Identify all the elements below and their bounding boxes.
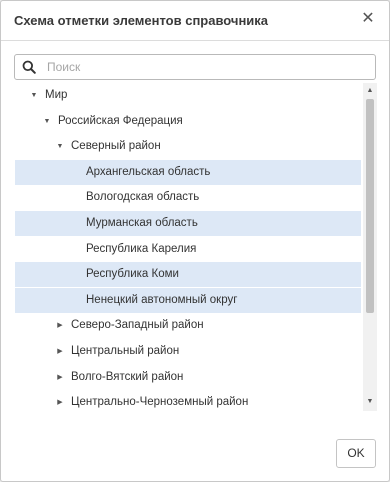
- caret-right-icon[interactable]: ▶: [55, 390, 65, 411]
- caret-right-icon[interactable]: ▶: [55, 339, 65, 364]
- tree-row-label: Волго-Вятский район: [71, 371, 184, 383]
- tree-row[interactable]: ▼ Российская Федерация: [15, 109, 361, 134]
- tree-row-label: Республика Коми: [86, 268, 179, 280]
- tree-row-label: Российская Федерация: [58, 115, 183, 127]
- search-input[interactable]: [47, 58, 367, 76]
- search-box: [14, 54, 376, 80]
- tree-row-label: Ненецкий автономный округ: [86, 294, 238, 306]
- tree-row-label: Архангельская область: [86, 166, 211, 178]
- caret-right-icon[interactable]: ▶: [55, 365, 65, 390]
- tree-row-label: Мир: [45, 89, 68, 101]
- close-icon[interactable]: ✕: [361, 10, 375, 28]
- vertical-scrollbar[interactable]: ▲ ▼: [363, 83, 377, 411]
- tree-row-label: Северо-Западный район: [71, 319, 204, 331]
- tree-row[interactable]: ▼ Северный район: [15, 134, 361, 159]
- tree-row-label: Мурманская область: [86, 217, 198, 229]
- tree-row[interactable]: ▶ Центрально-Черноземный район: [15, 390, 361, 411]
- tree-row-label: Центральный район: [71, 345, 180, 357]
- tree-row[interactable]: ▶ Центральный район: [15, 339, 361, 364]
- tree-row[interactable]: Мурманская область: [15, 211, 361, 236]
- tree-row[interactable]: Республика Карелия: [15, 237, 361, 262]
- tree-row-label: Республика Карелия: [86, 243, 197, 255]
- dialog-title: Схема отметки элементов справочника: [14, 13, 269, 28]
- search-icon: [22, 60, 36, 74]
- tree-row[interactable]: ▼ Мир: [15, 83, 361, 108]
- caret-down-icon[interactable]: ▼: [29, 83, 39, 108]
- tree-row[interactable]: Вологодская область: [15, 185, 361, 210]
- ok-button[interactable]: OK: [336, 439, 376, 468]
- scroll-up-arrow-icon[interactable]: ▲: [363, 85, 377, 97]
- tree-view: ▶ Центрально-Черноземный район ▶ Волго-Вятс…: [15, 83, 377, 411]
- caret-right-icon[interactable]: ▶: [55, 313, 65, 338]
- tree-row[interactable]: Ненецкий автономный округ: [15, 288, 361, 313]
- scrollbar-thumb[interactable]: [366, 99, 374, 313]
- tree-row-label: Северный район: [71, 140, 161, 152]
- scroll-down-arrow-icon[interactable]: ▼: [363, 396, 377, 408]
- dialog: Схема отметки элементов справочника ✕ ▶ Ц…: [0, 0, 390, 482]
- caret-down-icon[interactable]: ▼: [55, 134, 65, 159]
- caret-down-icon[interactable]: ▼: [42, 109, 52, 134]
- tree-row[interactable]: Республика Коми: [15, 262, 361, 287]
- tree-row[interactable]: ▶ Северо-Западный район: [15, 313, 361, 338]
- tree-row-label: Центрально-Черноземный район: [71, 396, 249, 408]
- tree-row-label: Вологодская область: [86, 191, 200, 203]
- header-divider: [1, 40, 389, 41]
- tree-row[interactable]: ▶ Волго-Вятский район: [15, 365, 361, 390]
- tree-row[interactable]: Архангельская область: [15, 160, 361, 185]
